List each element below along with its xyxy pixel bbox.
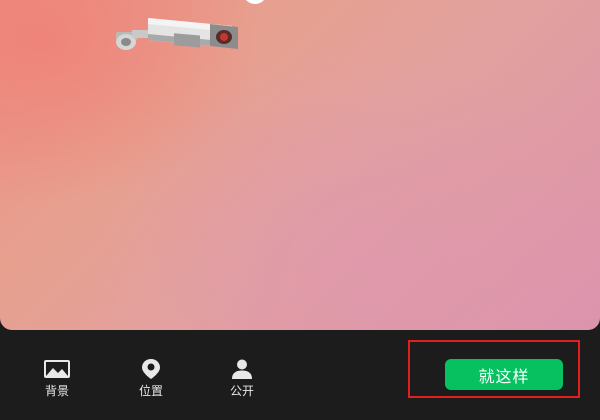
location-pin-icon — [141, 358, 161, 380]
location-label: 位置 — [138, 384, 163, 398]
background-image-icon — [44, 358, 70, 380]
confirm-button[interactable]: 就这样 — [445, 359, 563, 390]
status-editor-screen: 背景 位置 公开 就这样 — [0, 0, 600, 420]
background-label: 背景 — [44, 384, 69, 398]
location-button[interactable]: 位置 — [121, 358, 181, 400]
drag-handle[interactable] — [243, 0, 267, 4]
background-button[interactable]: 背景 — [27, 358, 87, 400]
person-icon — [231, 358, 253, 380]
security-camera-sticker[interactable] — [114, 12, 242, 52]
visibility-label: 公开 — [229, 384, 254, 398]
status-preview-canvas[interactable] — [0, 0, 600, 330]
visibility-button[interactable]: 公开 — [212, 358, 272, 400]
